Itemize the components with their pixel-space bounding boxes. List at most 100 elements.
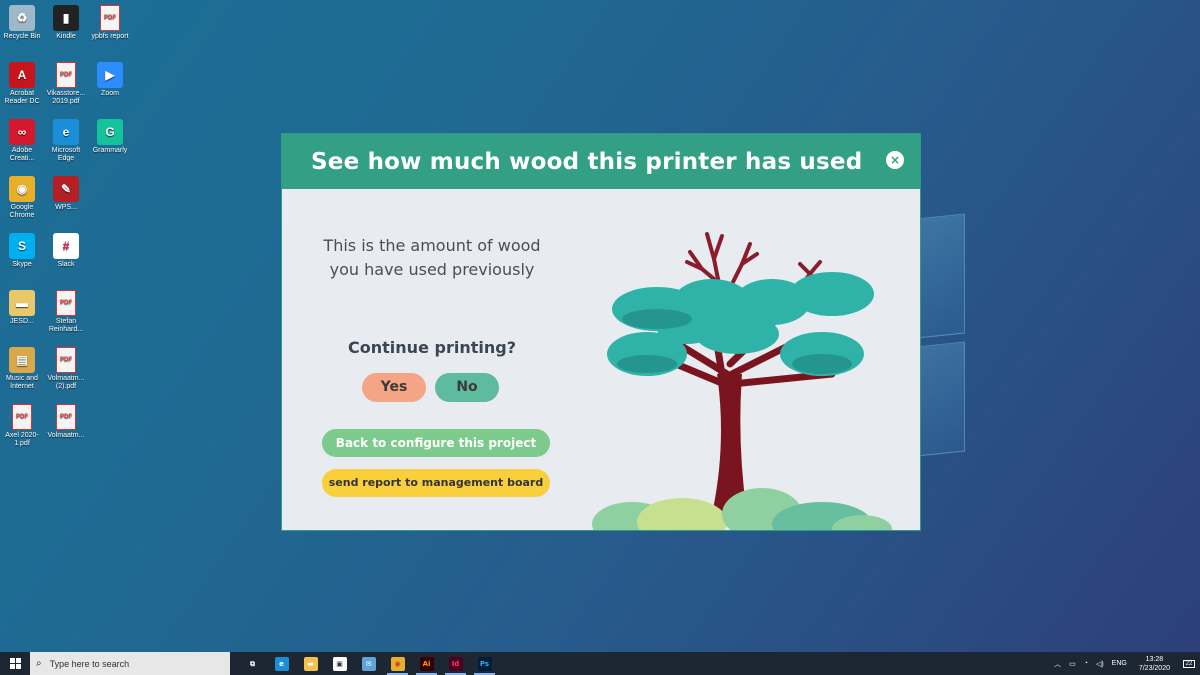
pdf-file-icon: PDF [56,290,76,316]
desktop-icon-label: Skype [12,261,32,268]
battery-icon[interactable]: ▭ [1069,660,1076,668]
desktop-icon[interactable]: ♻ Recycle Bin [0,5,44,41]
close-icon[interactable]: × [886,151,904,169]
desktop-icon[interactable]: PDF Stefan Reinhard... [44,290,88,334]
desktop-icon[interactable]: ▮ Kindle [44,5,88,41]
notification-button[interactable]: 22 [1178,652,1200,675]
desktop-icon-label: Grammarly [92,147,128,154]
desktop-icon-label: Volmaatm... (2).pdf [47,375,85,390]
edge-icon: e [274,656,289,671]
taskbar-app-button[interactable]: ◉ [383,652,412,675]
desktop-icon[interactable]: # Slack [44,233,88,269]
desktop-icon[interactable]: e Microsoft Edge [44,119,88,163]
desktop-icon-label: Slack [57,261,75,268]
kindle-icon: ▮ [53,5,79,31]
chevron-up-icon[interactable]: ︿ [1054,659,1061,669]
adobe-creative-cloud-icon: ∞ [9,119,35,145]
no-button[interactable]: No [435,373,499,402]
wood-usage-dialog: See how much wood this printer has used … [281,133,921,531]
taskbar-app-button[interactable]: ⧉ [238,652,267,675]
taskbar-app-button[interactable]: Ps [470,652,499,675]
pdf-file-icon: PDF [12,404,32,430]
pdf-file-icon: PDF [100,5,120,31]
taskbar-search-box[interactable]: ⌕ Type here to search [30,652,230,675]
back-to-configure-button[interactable]: Back to configure this project [322,429,550,457]
desktop-icon[interactable]: ▤ Music and Internet [0,347,44,391]
task-view-icon: ⧉ [250,659,255,668]
pdf-file-icon: PDF [56,347,76,373]
start-button[interactable] [0,652,30,675]
desktop-icon[interactable]: PDF ypbfs report [88,5,132,41]
desktop-icon-label: Google Chrome [9,204,35,219]
desktop-icon-label: Zoom [101,90,119,97]
desktop-icon-label: Stefan Reinhard... [48,318,84,333]
grammarly-icon: G [97,119,123,145]
search-icon: ⌕ [36,658,42,669]
taskbar-app-button[interactable]: e [267,652,296,675]
network-icon[interactable]: ◔ [1084,660,1088,667]
store-icon: ▣ [332,656,347,671]
zoom-icon: ▶ [97,62,123,88]
send-report-button[interactable]: send report to management board [322,469,550,497]
desktop-icon-label: Vikasstore... 2019.pdf [46,90,86,105]
edge-icon: e [53,119,79,145]
taskbar-app-button[interactable]: ▬ [296,652,325,675]
photoshop-icon: Ps [477,656,492,671]
acrobat-reader-icon: A [9,62,35,88]
slack-icon: # [53,233,79,259]
desktop-icon[interactable]: S Skype [0,233,44,269]
desktop-icon[interactable]: ▬ JESD... [0,290,44,326]
folder-icon: ▬ [9,290,35,316]
wood-amount-text: This is the amount of wood you have used… [323,236,541,279]
chrome-icon: ◉ [9,176,35,202]
desktop-icon-label: WPS... [55,204,77,211]
bushes [592,488,892,530]
file-explorer-icon: ▬ [303,656,318,671]
pdf-file-icon: PDF [56,404,76,430]
volume-icon[interactable]: ◁) [1096,660,1104,668]
archive-icon: ▤ [9,347,35,373]
desktop-icon-label: Adobe Creati... [9,147,35,162]
pdf-file-icon: PDF [56,62,76,88]
desktop-icon-label: Axel 2020-1.pdf [5,432,39,447]
chrome-icon: ◉ [390,656,405,671]
desktop-icon-label: Recycle Bin [3,33,41,40]
desktop-icon-label: JESD... [10,318,34,325]
desktop-icon[interactable]: PDF Vikasstore... 2019.pdf [44,62,88,106]
system-tray: ︿ ▭ ◔ ◁) ENG 13:28 7/23/2020 22 [1050,652,1200,675]
clock-time: 13:28 [1145,655,1164,663]
clock[interactable]: 13:28 7/23/2020 [1139,655,1170,673]
desktop-icon[interactable]: PDF Axel 2020-1.pdf [0,404,44,448]
desktop-icon[interactable]: ∞ Adobe Creati... [0,119,44,163]
desktop-icon-label: Volmaatm... [47,432,85,439]
taskbar-apps: ⧉ e ▬ ▣ ✉ ◉ Ai Id Ps [238,652,499,675]
desktop-icon-label: Acrobat Reader DC [4,90,40,105]
notification-icon: 22 [1182,659,1196,668]
desktop-icon-label: Kindle [56,33,76,40]
skype-icon: S [9,233,35,259]
desktop-icon-label: Music and Internet [6,375,38,390]
desktop-icon[interactable]: G Grammarly [88,119,132,155]
clock-date: 7/23/2020 [1138,664,1170,672]
desktop-icon[interactable]: ✎ WPS... [44,176,88,212]
desktop-icon[interactable]: A Acrobat Reader DC [0,62,44,106]
desktop-icon[interactable]: PDF Volmaatm... [44,404,88,440]
indesign-icon: Id [448,656,463,671]
desktop-icon[interactable]: ◉ Google Chrome [0,176,44,220]
language-indicator[interactable]: ENG [1112,660,1127,667]
taskbar-app-button[interactable]: ▣ [325,652,354,675]
tree-illustration [592,232,892,530]
desktop-icon-label: ypbfs report [91,33,129,40]
taskbar-app-button[interactable]: Ai [412,652,441,675]
desktop-icon[interactable]: ▶ Zoom [88,62,132,98]
yes-button[interactable]: Yes [362,373,426,402]
taskbar-app-button[interactable]: ✉ [354,652,383,675]
taskbar-app-button[interactable]: Id [441,652,470,675]
desktop-icon[interactable]: PDF Volmaatm... (2).pdf [44,347,88,391]
dialog-header: See how much wood this printer has used … [282,134,920,189]
dialog-title: See how much wood this printer has used [311,148,863,175]
search-placeholder: Type here to search [49,658,130,669]
windows-logo-icon [9,658,21,669]
desktop-icon-label: Microsoft Edge [51,147,81,162]
illustrator-icon: Ai [419,656,434,671]
